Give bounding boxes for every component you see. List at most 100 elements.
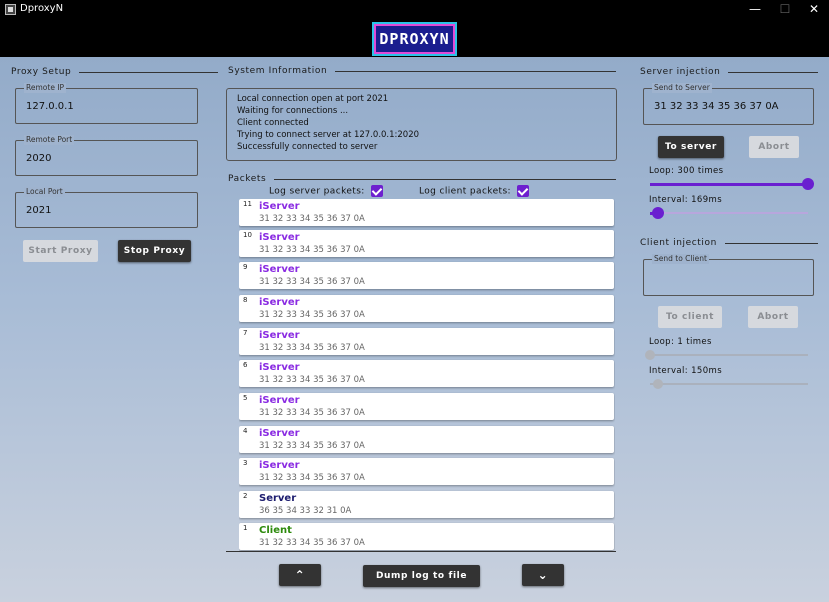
packet-number: 10 — [243, 231, 252, 239]
packet-source: iServer — [259, 362, 300, 373]
remote-port-field[interactable]: Remote Port 2020 — [15, 135, 198, 176]
packet-source: iServer — [259, 201, 300, 212]
remote-ip-label: Remote IP — [24, 83, 67, 93]
packet-list[interactable]: 11 iServer 31 32 33 34 35 36 37 0A 10 iS… — [239, 199, 615, 552]
local-port-label: Local Port — [24, 187, 65, 197]
remote-port-label: Remote Port — [24, 135, 75, 145]
packet-source: iServer — [259, 460, 300, 471]
packet-item[interactable]: 4 iServer 31 32 33 34 35 36 37 0A — [239, 426, 614, 453]
packet-number: 6 — [243, 361, 248, 369]
log-server-toggle[interactable]: Log server packets: — [269, 185, 384, 197]
packet-source: iServer — [259, 395, 300, 406]
dump-log-button[interactable]: Dump log to file — [363, 565, 480, 587]
packet-number: 8 — [243, 296, 248, 304]
packet-item[interactable]: 8 iServer 31 32 33 34 35 36 37 0A — [239, 295, 614, 322]
server-abort-button[interactable]: Abort — [749, 136, 799, 158]
window-title: DproxyN — [20, 3, 64, 14]
stop-proxy-button[interactable]: Stop Proxy — [118, 240, 191, 262]
packet-number: 1 — [243, 524, 248, 532]
close-button[interactable]: ✕ — [804, 2, 824, 16]
packet-hex: 31 32 33 34 35 36 37 0A — [259, 343, 365, 353]
local-port-field[interactable]: Local Port 2021 — [15, 187, 198, 228]
packets-divider — [226, 551, 616, 552]
log-client-label: Log client packets: — [419, 186, 511, 197]
packet-item[interactable]: 2 Server 36 35 34 33 32 31 0A — [239, 491, 614, 518]
packet-hex: 31 32 33 34 35 36 37 0A — [259, 473, 365, 483]
send-to-server-value: 31 32 33 34 35 36 37 0A — [654, 101, 779, 112]
client-injection-title: Client injection — [640, 238, 717, 248]
slider-thumb[interactable] — [645, 350, 655, 360]
packet-number: 9 — [243, 263, 248, 271]
remote-ip-field[interactable]: Remote IP 127.0.0.1 — [15, 83, 198, 124]
system-info-line: Waiting for connections ... — [237, 106, 349, 116]
packet-number: 11 — [243, 200, 252, 208]
send-to-client-field[interactable]: Send to Client — [643, 254, 814, 296]
to-server-button[interactable]: To server — [658, 136, 724, 158]
maximize-button[interactable]: ☐ — [775, 2, 795, 16]
packet-source: iServer — [259, 330, 300, 341]
logo-text: DPROXYN — [379, 30, 450, 48]
send-to-client-label: Send to Client — [652, 254, 709, 264]
local-port-value: 2021 — [26, 205, 52, 216]
packet-number: 4 — [243, 427, 248, 435]
packet-hex: 31 32 33 34 35 36 37 0A — [259, 375, 365, 385]
remote-ip-value: 127.0.0.1 — [26, 101, 74, 112]
packet-source: Client — [259, 525, 292, 536]
start-proxy-button[interactable]: Start Proxy — [23, 240, 98, 262]
packet-item[interactable]: 11 iServer 31 32 33 34 35 36 37 0A — [239, 199, 614, 226]
packet-item[interactable]: 9 iServer 31 32 33 34 35 36 37 0A — [239, 262, 614, 289]
system-info-line: Successfully connected to server — [237, 142, 378, 152]
client-loop-label: Loop: 1 times — [649, 337, 712, 347]
client-injection-section-title: Client injection — [640, 238, 818, 248]
scroll-down-button[interactable]: ⌄ — [522, 564, 564, 586]
log-server-label: Log server packets: — [269, 186, 365, 197]
chevron-up-icon: ⌃ — [294, 568, 306, 582]
packet-item[interactable]: 5 iServer 31 32 33 34 35 36 37 0A — [239, 393, 614, 420]
server-interval-label: Interval: 169ms — [649, 195, 723, 205]
slider-thumb[interactable] — [652, 379, 663, 389]
client-interval-label: Interval: 150ms — [649, 366, 723, 376]
send-to-server-field[interactable]: Send to Server 31 32 33 34 35 36 37 0A — [643, 83, 814, 125]
system-info-line: Trying to connect server at 127.0.0.1:20… — [237, 130, 420, 140]
packet-hex: 31 32 33 34 35 36 37 0A — [259, 245, 365, 255]
send-to-server-label: Send to Server — [652, 83, 712, 93]
system-info-line: Client connected — [237, 118, 309, 128]
minimize-button[interactable]: — — [745, 2, 765, 16]
slider-thumb[interactable] — [651, 207, 664, 219]
packet-hex: 31 32 33 34 35 36 37 0A — [259, 277, 365, 287]
packet-number: 5 — [243, 394, 248, 402]
packet-item[interactable]: 7 iServer 31 32 33 34 35 36 37 0A — [239, 328, 614, 355]
packet-source: Server — [259, 493, 297, 504]
packet-hex: 31 32 33 34 35 36 37 0A — [259, 538, 365, 548]
log-client-toggle[interactable]: Log client packets: — [419, 185, 530, 197]
packet-number: 2 — [243, 492, 248, 500]
packet-hex: 31 32 33 34 35 36 37 0A — [259, 408, 365, 418]
packet-hex: 31 32 33 34 35 36 37 0A — [259, 441, 365, 451]
log-client-checkbox[interactable] — [517, 185, 530, 197]
packet-source: iServer — [259, 232, 300, 243]
packets-title: Packets — [228, 174, 267, 184]
server-loop-label: Loop: 300 times — [649, 166, 724, 176]
packet-hex: 31 32 33 34 35 36 37 0A — [259, 214, 365, 224]
slider-thumb[interactable] — [802, 178, 814, 190]
system-info-log: Local connection open at port 2021 Waiti… — [226, 88, 617, 161]
to-client-button[interactable]: To client — [658, 306, 722, 328]
packet-item[interactable]: 1 Client 31 32 33 34 35 36 37 0A — [239, 523, 614, 550]
packet-hex: 36 35 34 33 32 31 0A — [259, 506, 352, 516]
client-abort-button[interactable]: Abort — [748, 306, 798, 328]
title-bar: DproxyN — ☐ ✕ — [0, 0, 829, 20]
packet-source: iServer — [259, 297, 300, 308]
packet-item[interactable]: 3 iServer 31 32 33 34 35 36 37 0A — [239, 458, 614, 485]
proxy-setup-title: Proxy Setup — [11, 67, 72, 77]
app-icon — [5, 4, 16, 15]
packet-item[interactable]: 10 iServer 31 32 33 34 35 36 37 0A — [239, 230, 614, 257]
remote-port-value: 2020 — [26, 153, 52, 164]
scroll-up-button[interactable]: ⌃ — [279, 564, 321, 586]
packet-item[interactable]: 6 iServer 31 32 33 34 35 36 37 0A — [239, 360, 614, 387]
system-info-line: Local connection open at port 2021 — [237, 94, 389, 104]
server-injection-section-title: Server injection — [640, 67, 818, 77]
log-server-checkbox[interactable] — [371, 185, 384, 197]
system-info-section-title: System Information — [228, 66, 616, 76]
packet-hex: 31 32 33 34 35 36 37 0A — [259, 310, 365, 320]
app-logo: DPROXYN — [372, 22, 457, 56]
